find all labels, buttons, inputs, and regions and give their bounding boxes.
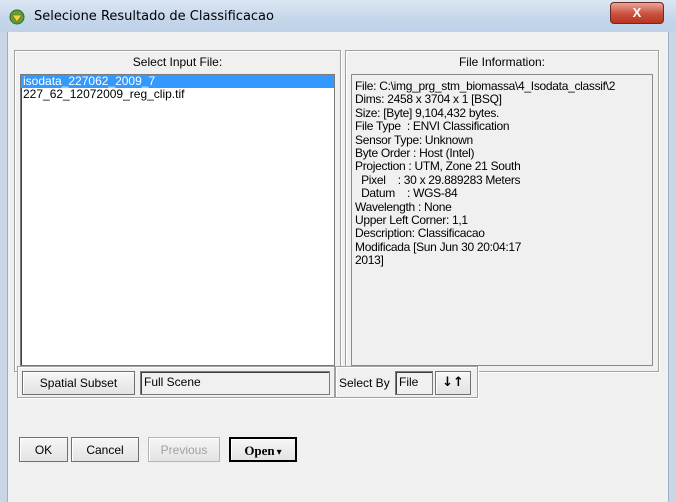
input-file-list[interactable]: isodata_227062_2009_7 227_62_12072009_reg… [20,74,335,366]
file-info-line: Wavelength : None [355,199,452,214]
previous-button[interactable]: Previous [148,437,220,462]
dialog-body: Select Input File: isodata_227062_2009_7… [7,32,669,502]
file-info-line: Datum : WGS-84 [355,186,458,201]
app-icon [9,9,25,25]
file-info-line: File: C:\img_prg_stm_biomassa\4_Isodata_… [355,79,616,93]
file-info-line: Sensor Type: Unknown [355,132,473,147]
file-info-title: File Information: [458,55,546,69]
spatial-subset-button[interactable]: Spatial Subset [22,371,135,395]
file-info-panel: File Information: File: C:\img_prg_stm_b… [345,50,659,372]
select-by-field[interactable]: File [395,371,433,395]
file-info-line: Size: [Byte] 9,104,432 bytes. [355,105,500,120]
file-info-text: File: C:\img_prg_stm_biomassa\4_Isodata_… [351,74,653,366]
file-info-line: Projection : UTM, Zone 21 South [355,159,521,174]
close-button[interactable]: X [610,2,664,24]
spatial-subset-group: Spatial Subset Full Scene [17,366,335,398]
close-icon: X [632,5,642,20]
file-info-line: Byte Order : Host (Intel) [355,145,475,160]
file-info-line: File Type : ENVI Classification [355,119,510,134]
file-info-line: 2013] [355,253,384,268]
open-label: Open [244,443,275,458]
sort-arrows-icon: ↓↑ [442,375,464,390]
file-list-item[interactable]: 227_62_12072009_reg_clip.tif [21,88,334,101]
window-title: Selecione Resultado de Classificacao [34,9,274,24]
title-bar: Selecione Resultado de Classificacao X [0,0,676,32]
file-info-line: Modificada [Sun Jun 30 20:04:17 [355,239,522,254]
file-info-line: Upper Left Corner: 1,1 [355,212,468,227]
open-button[interactable]: Open ▾ [229,437,297,462]
subset-value-field: Full Scene [140,371,330,395]
select-by-group: Select By File ↓↑ [335,366,478,398]
file-info-line: Description: Classificacao [355,226,485,241]
file-info-line: Dims: 2458 x 3704 x 1 [BSQ] [355,92,502,107]
select-by-label: Select By [339,376,390,390]
chevron-down-icon: ▾ [276,447,282,458]
sort-button[interactable]: ↓↑ [435,371,471,395]
ok-button[interactable]: OK [19,437,68,462]
input-file-title: Select Input File: [132,55,223,69]
input-file-panel: Select Input File: isodata_227062_2009_7… [14,50,341,372]
file-info-line: Pixel : 30 x 29.889283 Meters [355,172,521,187]
cancel-button[interactable]: Cancel [71,437,139,462]
